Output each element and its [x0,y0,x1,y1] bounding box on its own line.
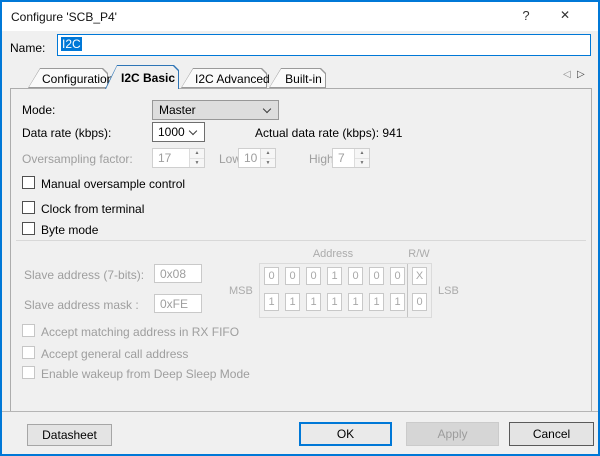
checkbox-label: Accept matching address in RX FIFO [41,325,240,339]
tab-i2c-basic[interactable]: I2C Basic [105,65,179,89]
high-value: 7 [338,151,345,165]
low-spinner: 10 ▲ ▼ [238,148,276,168]
spin-down-icon: ▼ [261,158,275,167]
oversampling-spinner: 17 ▲ ▼ [152,148,205,168]
spin-up-icon: ▲ [355,149,369,159]
bit-divider [407,264,408,317]
tab-configuration[interactable]: Configuration [28,68,114,88]
mode-label: Mode: [22,103,56,117]
checkbox-clock-from-terminal[interactable] [22,201,35,214]
msb-label: MSB [229,285,253,297]
tab-label: Built-in [285,72,322,86]
checkbox-label: Accept general call address [41,347,189,361]
address-header: Address [312,248,354,260]
apply-button: Apply [406,422,499,446]
mode-value: Master [159,103,196,117]
mask-bit: 1 [348,293,363,311]
checkbox-label[interactable]: Byte mode [41,223,98,237]
checkbox-manual-oversample[interactable] [22,176,35,189]
name-label: Name: [10,41,46,55]
spinner-buttons: ▲ ▼ [354,149,369,167]
low-value: 10 [244,151,258,165]
rw-mask-bit: 0 [412,293,427,311]
rw-bit: X [412,267,427,285]
address-bit: 0 [369,267,384,285]
dialog-title: Configure 'SCB_P4' [11,10,117,24]
help-icon[interactable]: ? [515,8,537,26]
mask-bit: 1 [369,293,384,311]
actual-data-rate-label: Actual data rate (kbps): [255,126,380,140]
actual-data-rate-value: 941 [382,126,403,140]
high-spinner: 7 ▲ ▼ [332,148,370,168]
lsb-label: LSB [438,285,459,297]
address-bit: 0 [285,267,300,285]
configure-dialog: Configure 'SCB_P4' ? ✕ Name: I2C Configu… [0,0,600,456]
name-input-value: I2C [61,37,82,51]
spin-up-icon: ▲ [190,149,204,159]
ok-button[interactable]: OK [299,422,392,446]
oversampling-value: 17 [158,151,172,165]
cancel-button[interactable]: Cancel [509,422,594,446]
tab-label: I2C Advanced [195,72,270,86]
rw-header: R/W [408,248,430,260]
data-rate-value: 1000 [158,125,185,139]
address-bit: 1 [327,267,342,285]
checkbox-label[interactable]: Clock from terminal [41,202,144,216]
checkbox-label[interactable]: Manual oversample control [41,177,185,191]
tab-i2c-advanced[interactable]: I2C Advanced [181,68,270,88]
footer-separator [2,411,598,412]
tab-scroll-right-icon[interactable]: ▷ [577,69,585,80]
tab-built-in[interactable]: Built-in [269,68,326,88]
title-bar: Configure 'SCB_P4' ? ✕ [2,2,598,31]
actual-data-rate: Actual data rate (kbps): 941 [255,126,402,140]
mask-bit: 1 [327,293,342,311]
data-rate-label: Data rate (kbps): [22,126,112,140]
spin-up-icon: ▲ [261,149,275,159]
chevron-down-icon [262,104,272,114]
data-rate-combo[interactable]: 1000 [152,122,205,142]
oversampling-label: Oversampling factor: [22,152,133,166]
slave-address-field: 0x08 [154,264,202,283]
mask-bit: 1 [306,293,321,311]
mode-dropdown[interactable]: Master [152,100,279,120]
spin-down-icon: ▼ [190,158,204,167]
datasheet-button[interactable]: Datasheet [27,424,112,446]
slave-address-label: Slave address (7-bits): [24,268,145,282]
address-bit: 0 [264,267,279,285]
checkbox-byte-mode[interactable] [22,222,35,235]
checkbox-label: Enable wakeup from Deep Sleep Mode [41,367,250,381]
mask-bit: 1 [264,293,279,311]
tab-scroll-left-icon[interactable]: ◁ [563,69,571,80]
address-bit: 0 [348,267,363,285]
checkbox-enable-wakeup [22,366,35,379]
address-bit: 0 [306,267,321,285]
address-bit: 0 [390,267,405,285]
close-icon[interactable]: ✕ [554,8,576,26]
name-input[interactable]: I2C [57,34,591,56]
chevron-down-icon [188,126,198,136]
checkbox-accept-general-call [22,346,35,359]
separator [16,240,586,241]
mask-bit: 1 [285,293,300,311]
tab-label: Configuration [42,72,114,86]
slave-mask-label: Slave address mask : [24,298,139,312]
tab-label: I2C Basic [120,71,176,85]
spin-down-icon: ▼ [355,158,369,167]
slave-mask-field: 0xFE [154,294,202,313]
spinner-buttons: ▲ ▼ [189,149,204,167]
mask-bit: 1 [390,293,405,311]
spinner-buttons: ▲ ▼ [260,149,275,167]
checkbox-accept-matching-address [22,324,35,337]
